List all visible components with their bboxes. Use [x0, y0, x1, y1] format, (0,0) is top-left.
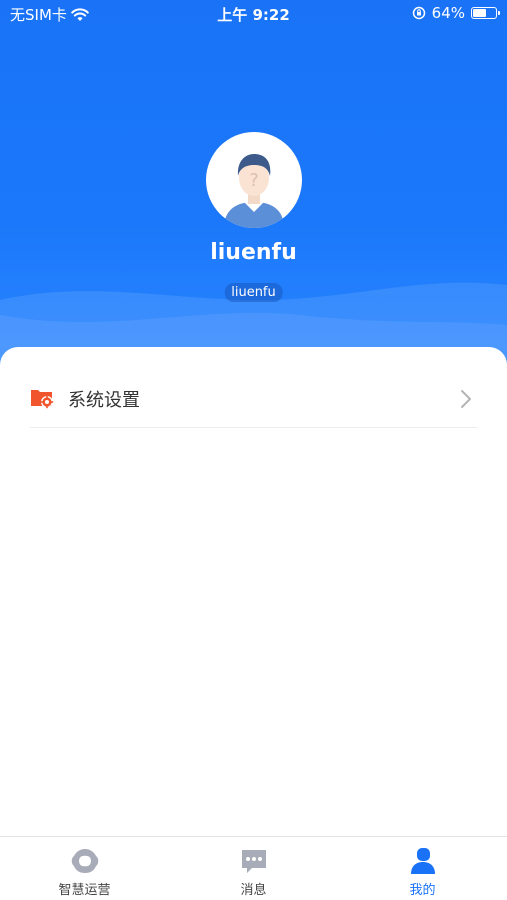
profile-screen: 无SIM卡 上午 9:22 64% ? liuenfu liuenfu 系统设置… — [0, 0, 507, 900]
tab-smart-ops[interactable]: 智慧运营 — [0, 837, 169, 900]
battery-level-fill — [473, 9, 486, 17]
message-icon — [241, 850, 266, 873]
status-bar: 无SIM卡 上午 9:22 64% — [0, 0, 507, 28]
svg-text:?: ? — [249, 170, 259, 191]
tab-profile[interactable]: 我的 — [338, 837, 507, 900]
status-right: 64% — [412, 4, 500, 22]
profile-username: liuenfu — [210, 240, 297, 265]
profile-icon — [410, 848, 435, 874]
battery-percent: 64% — [431, 4, 465, 22]
orientation-lock-icon — [412, 6, 425, 20]
menu-item-label: 系统设置 — [68, 390, 140, 411]
menu-item-system-settings[interactable]: 系统设置 — [30, 371, 477, 428]
default-avatar-icon[interactable]: ? — [206, 132, 302, 228]
chevron-right-icon — [461, 390, 471, 408]
battery-icon — [471, 7, 500, 19]
tab-messages[interactable]: 消息 — [169, 837, 338, 900]
tab-label: 智慧运营 — [58, 883, 111, 898]
tab-label: 我的 — [409, 883, 436, 898]
profile-header: 无SIM卡 上午 9:22 64% ? liuenfu liuenfu — [0, 0, 507, 370]
tab-label: 消息 — [240, 883, 267, 898]
settings-card: 系统设置 — [0, 347, 507, 837]
account-badge: liuenfu — [224, 283, 283, 302]
bottom-tab-bar: 智慧运营 消息 我的 — [0, 836, 507, 900]
smart-ops-icon — [71, 849, 98, 873]
settings-icon — [31, 390, 54, 409]
